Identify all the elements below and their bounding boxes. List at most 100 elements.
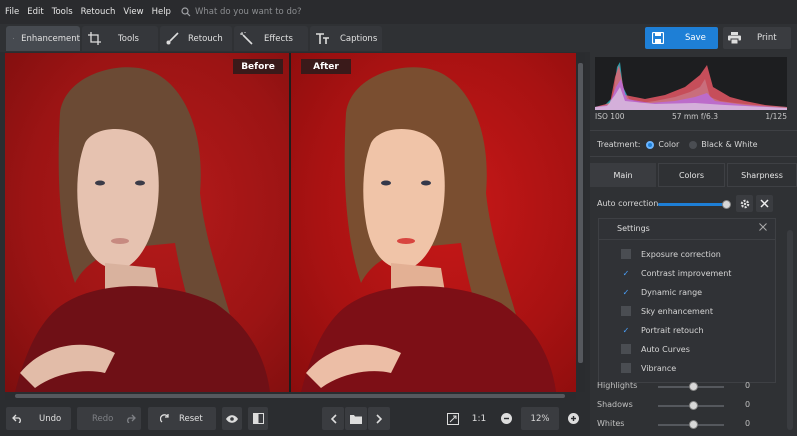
menu-view[interactable]: View: [123, 7, 143, 17]
photo-editor-window: File Edit Tools Retouch View Help What d…: [0, 0, 797, 436]
menu-bar: File Edit Tools Retouch View Help What d…: [0, 0, 797, 24]
settings-title: Settings: [617, 224, 650, 233]
redo-button[interactable]: Redo: [77, 407, 141, 430]
panel-tab-main[interactable]: Main: [590, 163, 656, 187]
save-icon: [652, 32, 664, 44]
highlights-label: Highlights: [597, 381, 638, 390]
panel-scrollbar[interactable]: [787, 230, 793, 430]
command-search[interactable]: What do you want to do?: [181, 7, 302, 17]
preview-toggle-button[interactable]: [222, 407, 242, 430]
before-photo: Before: [5, 53, 289, 392]
chevron-left-icon: [330, 413, 337, 424]
text-icon: [316, 32, 329, 44]
horizontal-scrollbar[interactable]: [5, 392, 576, 400]
whites-label: Whites: [597, 419, 625, 428]
search-placeholder: What do you want to do?: [194, 7, 302, 17]
setting-portrait-retouch[interactable]: ✓ Portrait retouch: [621, 325, 704, 335]
setting-auto-curves[interactable]: Auto Curves: [621, 344, 690, 354]
histogram: [595, 57, 787, 110]
panel-tab-sharpness[interactable]: Sharpness: [727, 163, 797, 187]
auto-correction-settings-popup: Settings Exposure correction ✓ Contrast i…: [598, 218, 776, 383]
checkmark-icon[interactable]: ✓: [621, 268, 631, 278]
scrollbar-thumb[interactable]: [15, 394, 565, 398]
previous-image-button[interactable]: [322, 407, 344, 430]
treatment-bw-option[interactable]: Black & White: [689, 140, 758, 149]
tab-effects[interactable]: Effects: [234, 26, 308, 51]
auto-correction-reset-button[interactable]: [756, 195, 773, 212]
treatment-color-option[interactable]: Color: [646, 140, 679, 149]
slider-knob[interactable]: [722, 200, 731, 209]
setting-exposure-correction[interactable]: Exposure correction: [621, 249, 721, 259]
compare-view-button[interactable]: [248, 407, 268, 430]
checkbox[interactable]: [621, 249, 631, 259]
whites-value: 0: [745, 419, 751, 428]
menu-help[interactable]: Help: [152, 7, 171, 17]
undo-button[interactable]: Undo: [6, 407, 71, 430]
reset-icon: [160, 413, 169, 423]
tab-captions[interactable]: Captions: [310, 26, 382, 51]
shadows-label: Shadows: [597, 400, 633, 409]
treatment-row: Treatment: Color Black & White: [597, 140, 758, 149]
scrollbar-thumb[interactable]: [578, 63, 583, 363]
menu-file[interactable]: File: [5, 7, 19, 17]
tab-tools[interactable]: Tools: [82, 26, 158, 51]
zoom-in-button[interactable]: [564, 407, 582, 430]
zoom-out-icon: [500, 413, 512, 424]
eye-icon: [226, 414, 238, 423]
treatment-label: Treatment:: [597, 140, 641, 149]
exif-info: ISO 100 57 mm f/6.3 1/125: [595, 112, 787, 124]
photo-canvas[interactable]: Before After: [5, 53, 576, 392]
menu-edit[interactable]: Edit: [27, 7, 43, 17]
close-icon: [759, 223, 767, 231]
after-photo: After: [291, 53, 576, 392]
settings-close-button[interactable]: [759, 223, 767, 234]
open-folder-button[interactable]: [345, 407, 367, 430]
setting-sky-enhancement[interactable]: Sky enhancement: [621, 306, 713, 316]
shutter-value: 1/125: [765, 112, 787, 121]
zoom-out-button[interactable]: [497, 407, 515, 430]
printer-icon: [728, 32, 741, 44]
print-button[interactable]: Print: [723, 27, 791, 49]
slider-knob[interactable]: [689, 382, 698, 391]
before-label: Before: [233, 59, 283, 74]
setting-vibrance[interactable]: Vibrance: [621, 363, 676, 373]
checkmark-icon[interactable]: ✓: [621, 287, 631, 297]
tab-retouch[interactable]: Retouch: [160, 26, 232, 51]
reset-button[interactable]: Reset: [148, 407, 216, 430]
crop-icon: [88, 32, 101, 45]
setting-dynamic-range[interactable]: ✓ Dynamic range: [621, 287, 702, 297]
chevron-right-icon: [375, 413, 382, 424]
checkbox[interactable]: [621, 306, 631, 316]
bottom-bar: Undo Redo Reset 1:1 12%: [0, 401, 590, 436]
redo-icon: [127, 414, 137, 423]
lens-value: 57 mm f/6.3: [671, 112, 718, 121]
slider-knob[interactable]: [689, 401, 698, 410]
menu-retouch[interactable]: Retouch: [81, 7, 116, 17]
folder-icon: [350, 414, 362, 424]
divider: [599, 239, 775, 240]
radio-unselected-icon: [689, 140, 698, 149]
zoom-level[interactable]: 12%: [521, 407, 559, 430]
magic-wand-icon: [240, 32, 253, 45]
panel-tab-colors[interactable]: Colors: [658, 163, 725, 187]
brush-icon: [166, 32, 179, 45]
auto-correction-settings-button[interactable]: [736, 195, 753, 212]
actual-size-button[interactable]: 1:1: [469, 407, 489, 430]
menu-tools[interactable]: Tools: [52, 7, 73, 17]
next-image-button[interactable]: [368, 407, 390, 430]
undo-icon: [12, 414, 21, 423]
fit-to-screen-button[interactable]: [444, 407, 462, 430]
zoom-in-icon: [567, 413, 579, 424]
auto-correction-label: Auto correction: [597, 199, 659, 208]
setting-contrast-improvement[interactable]: ✓ Contrast improvement: [621, 268, 732, 278]
vertical-scrollbar[interactable]: [576, 53, 585, 392]
auto-correction-slider[interactable]: [658, 203, 726, 206]
checkmark-icon[interactable]: ✓: [621, 325, 631, 335]
save-button[interactable]: Save: [645, 27, 718, 49]
slider-knob[interactable]: [689, 420, 698, 429]
checkbox[interactable]: [621, 363, 631, 373]
checkbox[interactable]: [621, 344, 631, 354]
tab-enhancement[interactable]: Enhancement: [6, 26, 80, 51]
shadows-value: 0: [745, 400, 751, 409]
search-icon: [181, 7, 191, 17]
